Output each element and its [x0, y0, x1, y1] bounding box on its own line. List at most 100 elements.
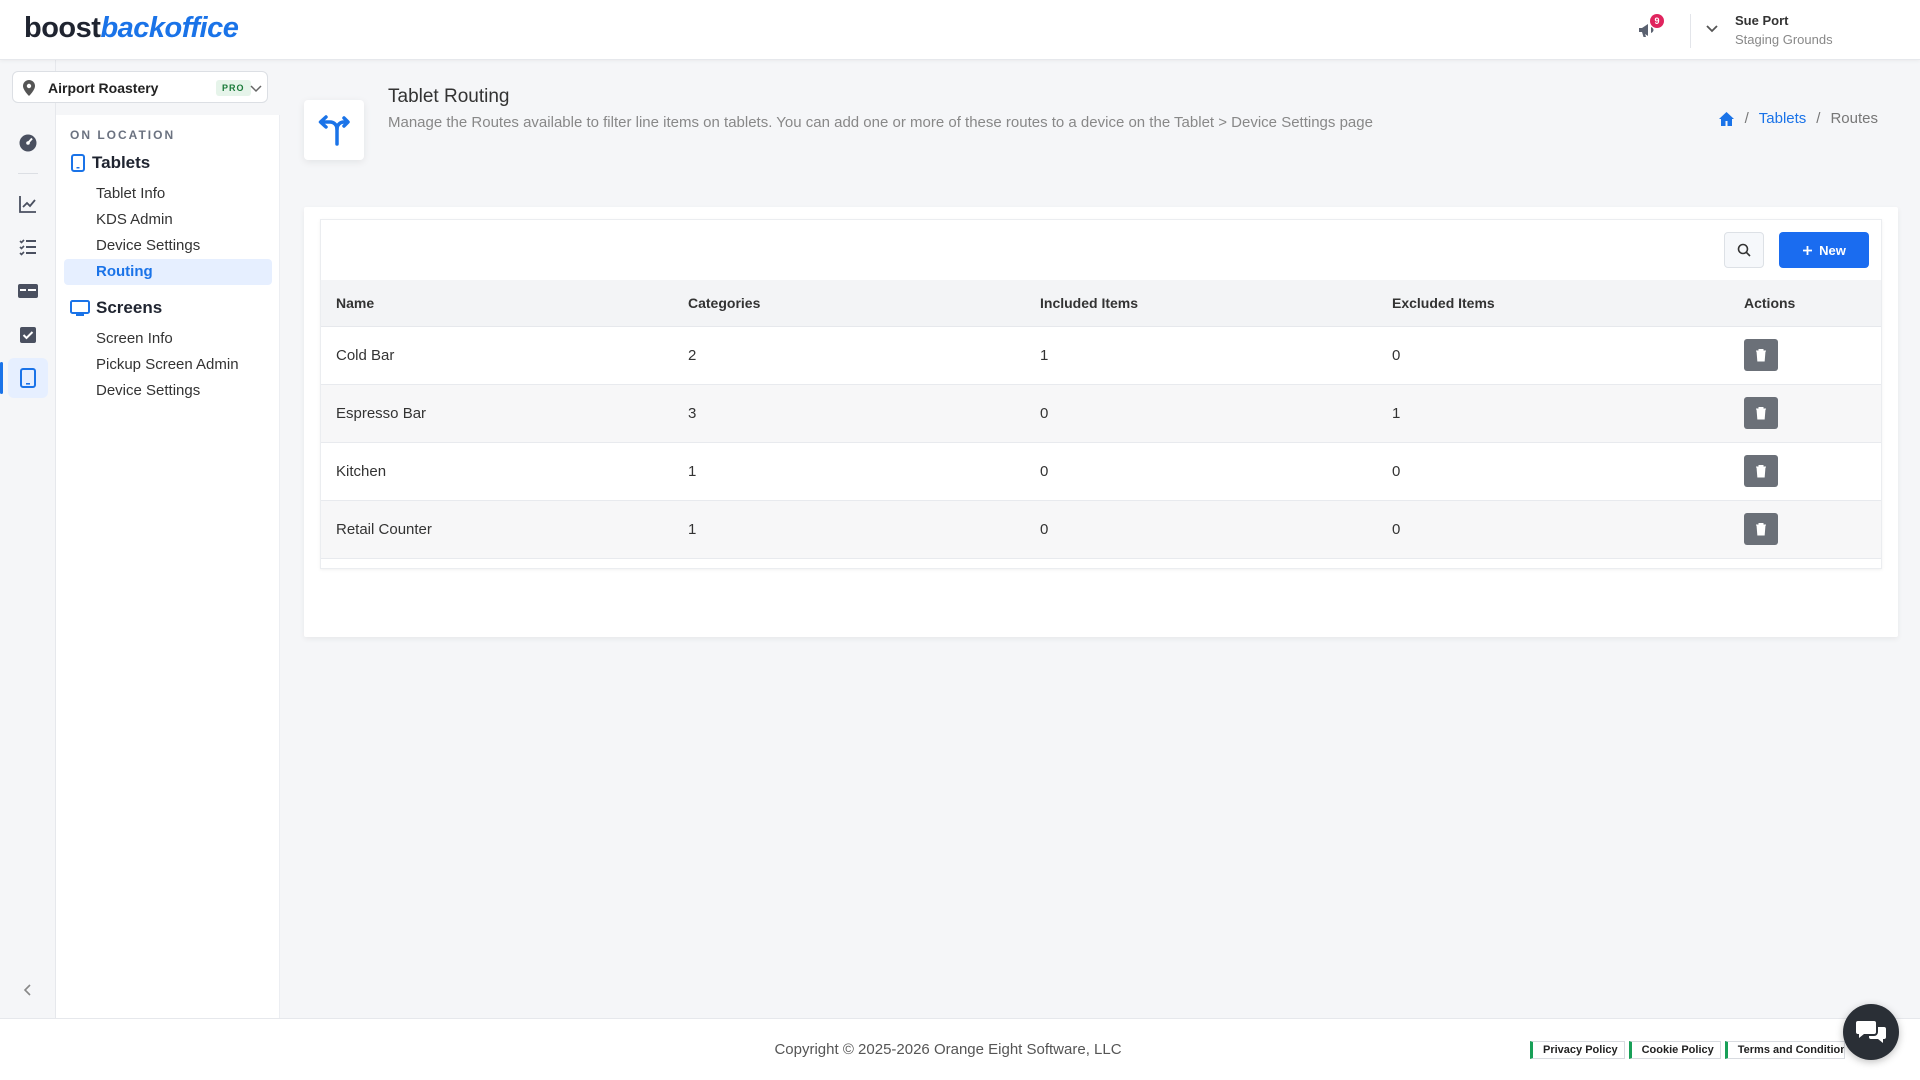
icon-rail — [0, 60, 56, 1018]
privacy-policy-link[interactable]: Privacy Policy — [1530, 1041, 1625, 1059]
trash-icon — [1756, 465, 1766, 478]
route-categories: 3 — [673, 384, 1025, 443]
route-excluded-items: 0 — [1377, 500, 1729, 559]
pro-badge: PRO — [216, 80, 251, 96]
column-header-categories[interactable]: Categories — [673, 280, 1025, 327]
nav-item-kds-admin[interactable]: KDS Admin — [96, 211, 173, 228]
breadcrumb: / Tablets / Routes — [1718, 110, 1878, 127]
main-content: Tablet Routing Manage the Routes availab… — [280, 60, 1920, 1018]
breadcrumb-tablets[interactable]: Tablets — [1759, 110, 1807, 127]
column-header-actions: Actions — [1729, 280, 1881, 327]
nav-group-tablets[interactable]: Tablets — [70, 153, 150, 173]
footer: Copyright © 2025-2026 Orange Eight Softw… — [0, 1018, 1920, 1080]
route-included-items: 0 — [1025, 384, 1377, 443]
home-icon[interactable] — [1718, 111, 1735, 127]
breadcrumb-separator: / — [1816, 110, 1821, 127]
location-name: Airport Roastery — [48, 80, 159, 96]
table-row[interactable]: Kitchen 1 0 0 — [321, 442, 1881, 501]
route-actions — [1729, 500, 1881, 559]
tablet-icon — [20, 368, 36, 388]
brand-logo[interactable]: boostbackoffice — [24, 12, 239, 45]
nav-item-screen-device-settings[interactable]: Device Settings — [96, 382, 200, 399]
notification-count-badge: 9 — [1650, 14, 1664, 28]
chevron-down-icon — [1706, 25, 1718, 33]
nav-item-device-settings[interactable]: Device Settings — [96, 237, 200, 254]
rail-dashboard[interactable] — [8, 123, 48, 163]
delete-route-button[interactable] — [1744, 339, 1778, 371]
sub-navigation: ON LOCATION Tablets Tablet Info KDS Admi… — [56, 115, 280, 1018]
nav-item-routing[interactable]: Routing — [96, 263, 153, 280]
table-row[interactable]: Cold Bar 2 1 0 — [321, 326, 1881, 385]
chevron-down-icon — [250, 85, 262, 93]
route-actions — [1729, 384, 1881, 443]
line-chart-icon — [19, 196, 36, 213]
route-name: Kitchen — [321, 442, 673, 501]
routes-table: Name Categories Included Items Excluded … — [321, 280, 1881, 559]
tablet-icon — [71, 154, 85, 172]
route-excluded-items: 1 — [1377, 384, 1729, 443]
nav-group-screens[interactable]: Screens — [70, 298, 162, 318]
rail-tasks[interactable] — [8, 227, 48, 267]
user-name[interactable]: Sue Port — [1735, 13, 1788, 28]
top-bar: boostbackoffice 9 Sue Port Staging Groun… — [0, 0, 1920, 60]
new-route-button[interactable]: New — [1779, 232, 1869, 268]
trash-icon — [1756, 349, 1766, 362]
new-button-label: New — [1819, 242, 1846, 258]
route-categories: 1 — [673, 500, 1025, 559]
delete-route-button[interactable] — [1744, 455, 1778, 487]
nav-item-screen-info[interactable]: Screen Info — [96, 330, 173, 347]
divider — [1690, 14, 1691, 48]
rail-devices[interactable] — [0, 358, 48, 398]
delete-route-button[interactable] — [1744, 397, 1778, 429]
chat-bubbles-icon — [1856, 1021, 1886, 1043]
routes-table-panel: New Name Categories Included Items Exclu… — [320, 219, 1882, 569]
user-menu-toggle[interactable] — [1704, 20, 1720, 36]
cookie-policy-link[interactable]: Cookie Policy — [1628, 1041, 1721, 1059]
route-included-items: 1 — [1025, 326, 1377, 385]
nav-item-tablet-info[interactable]: Tablet Info — [96, 185, 165, 202]
chevron-left-icon — [23, 984, 31, 996]
rail-divider — [18, 173, 38, 174]
route-excluded-items: 0 — [1377, 326, 1729, 385]
column-header-excluded-items[interactable]: Excluded Items — [1377, 280, 1729, 327]
brand-logo-part1: boost — [24, 12, 101, 44]
trash-icon — [1756, 407, 1766, 420]
monitor-icon — [70, 300, 90, 316]
location-selector[interactable]: Airport Roastery PRO — [12, 71, 268, 103]
search-icon — [1737, 243, 1751, 257]
notifications-button[interactable]: 9 — [1636, 14, 1664, 44]
rail-reports[interactable] — [8, 184, 48, 224]
terms-link[interactable]: Terms and Conditions — [1724, 1041, 1845, 1059]
page-icon — [304, 100, 364, 160]
rail-payments[interactable] — [8, 271, 48, 311]
nav-group-label: Screens — [96, 298, 163, 317]
collapse-sidebar-button[interactable] — [20, 982, 36, 998]
gauge-icon — [19, 134, 37, 152]
policy-links: Privacy Policy Cookie Policy Terms and C… — [1530, 1041, 1845, 1059]
delete-route-button[interactable] — [1744, 513, 1778, 545]
page-title: Tablet Routing — [388, 86, 510, 107]
page-description: Manage the Routes available to filter li… — [388, 114, 1373, 131]
rail-checks[interactable] — [8, 315, 48, 355]
breadcrumb-separator: / — [1744, 110, 1749, 127]
card-icon — [18, 284, 38, 298]
plus-icon — [1803, 245, 1813, 255]
column-header-name[interactable]: Name — [321, 280, 673, 327]
route-name: Cold Bar — [321, 326, 673, 385]
breadcrumb-routes: Routes — [1830, 110, 1878, 127]
checklist-icon — [19, 239, 36, 256]
nav-item-pickup-screen-admin[interactable]: Pickup Screen Admin — [96, 356, 239, 373]
nav-group-label: Tablets — [92, 153, 151, 172]
user-organization: Staging Grounds — [1735, 32, 1833, 47]
route-categories: 1 — [673, 442, 1025, 501]
route-categories: 2 — [673, 326, 1025, 385]
table-row[interactable]: Retail Counter 1 0 0 — [321, 500, 1881, 559]
routing-arrows-icon — [318, 115, 350, 146]
route-name: Espresso Bar — [321, 384, 673, 443]
column-header-included-items[interactable]: Included Items — [1025, 280, 1377, 327]
search-button[interactable] — [1724, 232, 1764, 268]
brand-logo-part2: backoffice — [100, 12, 239, 44]
chat-widget-button[interactable] — [1843, 1004, 1899, 1060]
table-row[interactable]: Espresso Bar 3 0 1 — [321, 384, 1881, 443]
route-included-items: 0 — [1025, 442, 1377, 501]
